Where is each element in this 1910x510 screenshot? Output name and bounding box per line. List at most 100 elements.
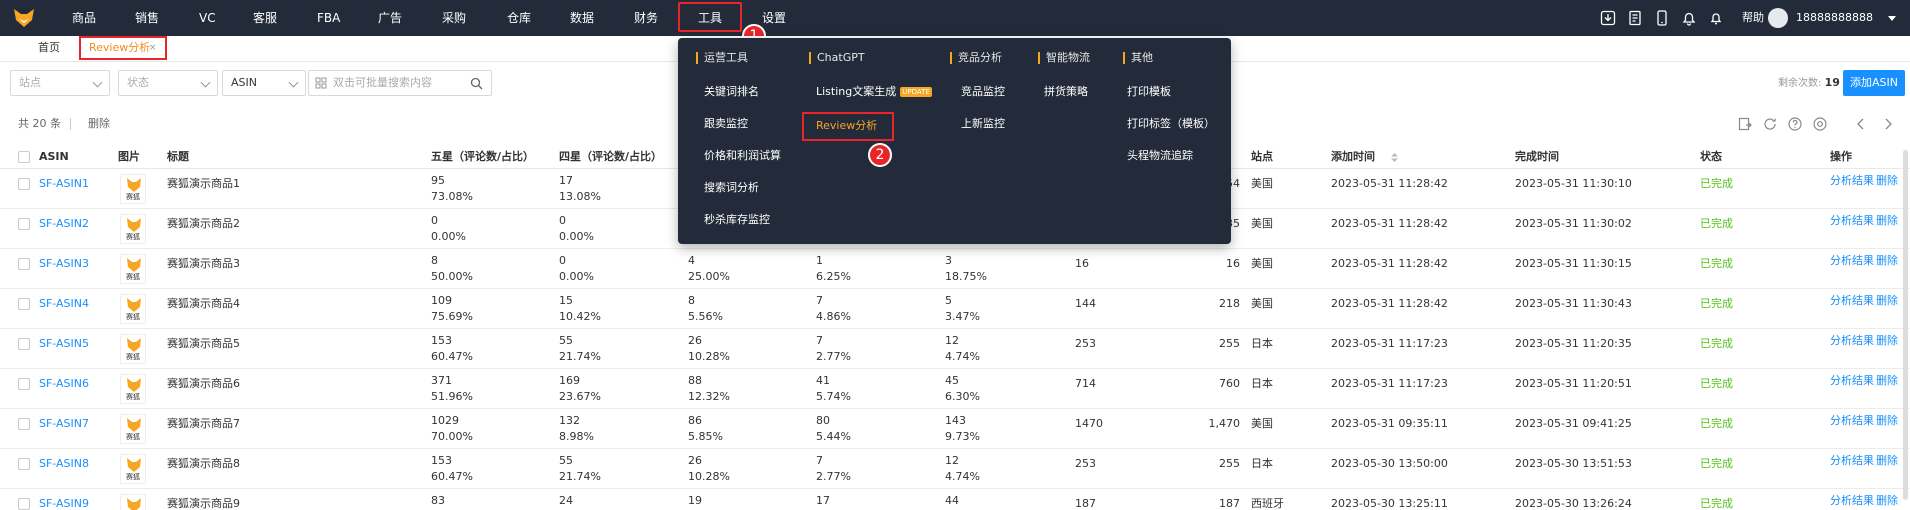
menu-item-consolidation[interactable]: 拼货策略 [1044,85,1088,99]
nav-settings[interactable]: 设置 [762,0,786,36]
help-link[interactable]: 帮助 [1742,0,1764,36]
view-results-link[interactable]: 分析结果 [1830,174,1874,187]
menu-item-shipment-tracking[interactable]: 头程物流追踪 [1127,149,1193,163]
asin-link[interactable]: SF-ASIN7 [39,417,89,430]
row-checkbox[interactable] [18,298,30,310]
delete-link[interactable]: 删除 [1876,454,1898,467]
menu-item-deal-stock[interactable]: 秒杀库存监控 [704,213,770,227]
row-checkbox[interactable] [18,418,30,430]
nav-warehouse[interactable]: 仓库 [507,0,531,36]
view-results-link[interactable]: 分析结果 [1830,294,1874,307]
menu-item-search-term[interactable]: 搜索词分析 [704,181,759,195]
notification-icon[interactable] [1681,10,1697,26]
refresh-icon[interactable] [1762,116,1778,132]
nav-fba[interactable]: FBA [317,0,340,36]
row-checkbox[interactable] [18,338,30,350]
nav-finance[interactable]: 财务 [634,0,658,36]
menu-item-competitor-monitor[interactable]: 竞品监控 [961,85,1005,99]
asin-link[interactable]: SF-ASIN4 [39,297,89,310]
view-results-link[interactable]: 分析结果 [1830,334,1874,347]
settings-icon[interactable] [1812,116,1828,132]
rating-total: 16 [1226,257,1240,270]
view-results-link[interactable]: 分析结果 [1830,454,1874,467]
view-results-link[interactable]: 分析结果 [1830,494,1874,507]
review-percent: 6.25% [816,270,851,283]
export-icon[interactable] [1737,116,1753,132]
nav-goods[interactable]: 商品 [72,0,96,36]
asin-link[interactable]: SF-ASIN3 [39,257,89,270]
delete-link[interactable]: 删除 [1876,294,1898,307]
delete-link[interactable]: 删除 [1876,334,1898,347]
bulk-delete-button[interactable]: 删除 [88,112,110,136]
menu-item-print-label[interactable]: 打印标签（模板） [1127,117,1215,131]
add-asin-button[interactable]: 添加ASIN [1843,70,1905,96]
review-count: 41 [816,374,830,387]
view-results-link[interactable]: 分析结果 [1830,374,1874,387]
fox-logo-icon[interactable] [12,6,36,30]
mobile-icon[interactable] [1654,10,1670,26]
status-select[interactable]: 状态 [118,70,218,96]
nav-vc[interactable]: VC [199,0,216,36]
sort-icon[interactable] [1391,153,1398,162]
download-icon[interactable] [1600,10,1616,26]
vertical-scrollbar[interactable] [1903,150,1908,500]
view-results-link[interactable]: 分析结果 [1830,414,1874,427]
menu-item-profit-calc[interactable]: 价格和利润试算 [704,149,781,163]
asin-link[interactable]: SF-ASIN8 [39,457,89,470]
delete-link[interactable]: 删除 [1876,174,1898,187]
asin-link[interactable]: SF-ASIN9 [39,497,89,510]
search-icon[interactable] [470,77,483,90]
menu-item-print-template[interactable]: 打印模板 [1127,85,1171,99]
tab-review-analysis[interactable]: Review分析 × [79,36,167,60]
status-badge: 已完成 [1700,337,1733,350]
finished-time: 2023-05-31 11:20:35 [1515,337,1632,350]
field-select-value: ASIN [231,76,257,89]
review-count: 83 [431,494,445,507]
delete-link[interactable]: 删除 [1876,254,1898,267]
menu-item-keyword-rank[interactable]: 关键词排名 [704,85,759,99]
site-select[interactable]: 站点 [10,70,110,96]
tab-home[interactable]: 首页 [38,36,60,60]
bell-icon[interactable] [1708,10,1724,26]
chevron-left-icon[interactable] [1853,116,1869,132]
avatar[interactable] [1768,8,1788,28]
select-all-checkbox[interactable] [18,151,30,163]
nav-ads[interactable]: 广告 [378,0,402,36]
menu-item-new-listing-monitor[interactable]: 上新监控 [961,117,1005,131]
nav-tools[interactable]: 工具 [698,0,722,36]
row-checkbox[interactable] [18,218,30,230]
row-checkbox[interactable] [18,498,30,510]
document-icon[interactable] [1627,10,1643,26]
row-checkbox[interactable] [18,258,30,270]
delete-link[interactable]: 删除 [1876,494,1898,507]
finished-time: 2023-05-31 11:30:02 [1515,217,1632,230]
nav-purchase[interactable]: 采购 [442,0,466,36]
delete-link[interactable]: 删除 [1876,374,1898,387]
nav-sales[interactable]: 销售 [135,0,159,36]
nav-data[interactable]: 数据 [570,0,594,36]
chevron-right-icon[interactable] [1880,116,1896,132]
asin-link[interactable]: SF-ASIN5 [39,337,89,350]
field-select[interactable]: ASIN [222,70,306,96]
menu-item-hijack-monitor[interactable]: 跟卖监控 [704,117,748,131]
col-added-time[interactable]: 添加时间 [1331,145,1375,169]
menu-item-listing-gen[interactable]: Listing文案生成 UPDATE [816,85,932,99]
asin-link[interactable]: SF-ASIN6 [39,377,89,390]
user-menu-chevron-down-icon[interactable] [1888,16,1896,21]
view-results-link[interactable]: 分析结果 [1830,214,1874,227]
row-checkbox[interactable] [18,178,30,190]
asin-link[interactable]: SF-ASIN2 [39,217,89,230]
help-icon[interactable] [1787,116,1803,132]
view-results-link[interactable]: 分析结果 [1830,254,1874,267]
nav-service[interactable]: 客服 [253,0,277,36]
row-checkbox[interactable] [18,458,30,470]
asin-link[interactable]: SF-ASIN1 [39,177,89,190]
delete-link[interactable]: 删除 [1876,414,1898,427]
delete-link[interactable]: 删除 [1876,214,1898,227]
search-input[interactable]: 双击可批量搜索内容 [308,70,492,96]
username[interactable]: 18888888888 [1796,0,1873,36]
tab-close-icon[interactable]: × [149,38,157,58]
row-checkbox[interactable] [18,378,30,390]
menu-item-review-analysis[interactable]: Review分析 [816,119,877,133]
product-thumbnail: 赛狐 [120,374,146,404]
